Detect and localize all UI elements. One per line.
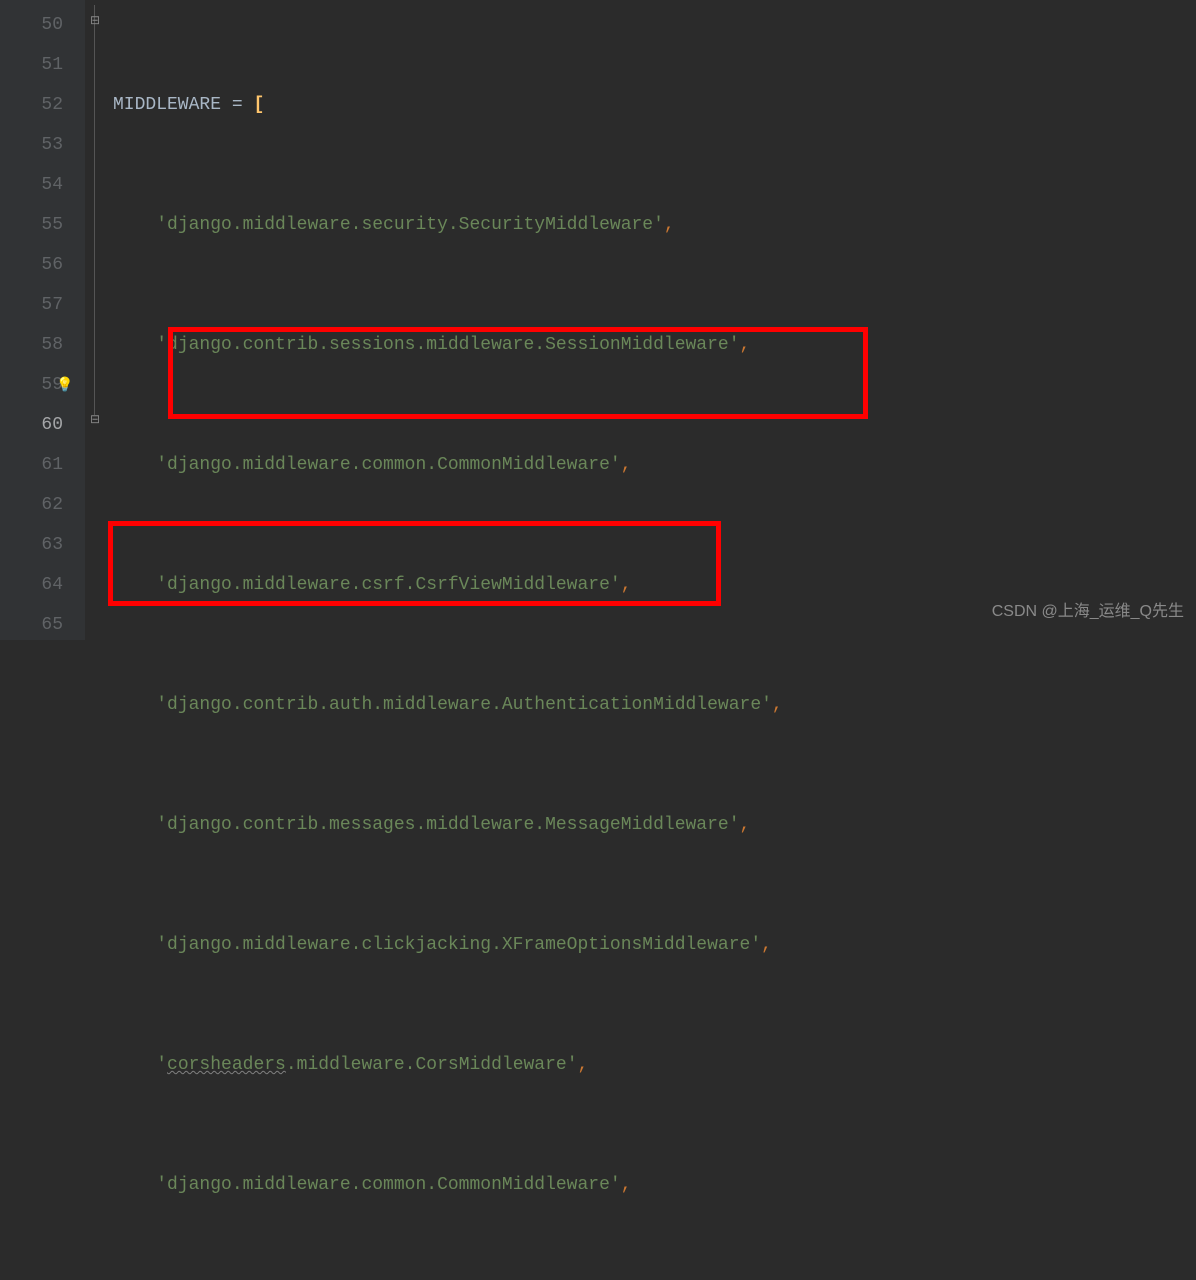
comma: , (578, 1055, 589, 1075)
line-number: 55 (0, 205, 63, 245)
line-number: 59 (0, 365, 63, 405)
fold-start-icon[interactable]: ⊟ (88, 14, 102, 28)
line-number: 50 (0, 5, 63, 45)
line-number: 51 (0, 45, 63, 85)
line-number: 62 (0, 485, 63, 525)
comma: , (621, 575, 632, 595)
open-bracket: [ (253, 95, 264, 115)
string-literal: 'django.contrib.sessions.middleware.Sess… (156, 335, 739, 355)
line-number: 65 (0, 605, 63, 645)
string-literal-warning: corsheaders (167, 1055, 286, 1075)
code-line[interactable]: 'django.middleware.common.CommonMiddlewa… (113, 445, 783, 485)
comma: , (761, 935, 772, 955)
string-literal: 'django.middleware.security.SecurityMidd… (156, 215, 664, 235)
comma: , (740, 815, 751, 835)
string-literal: ' (156, 1055, 167, 1075)
comma: , (621, 455, 632, 475)
code-line[interactable]: 'django.contrib.auth.middleware.Authenti… (113, 685, 783, 725)
string-literal: 'django.middleware.common.CommonMiddlewa… (156, 1175, 620, 1195)
string-literal: 'django.middleware.csrf.CsrfViewMiddlewa… (156, 575, 620, 595)
comma: , (621, 1175, 632, 1195)
watermark: CSDN @上海_运维_Q先生 (992, 592, 1184, 632)
line-number: 53 (0, 125, 63, 165)
code-line[interactable]: 'django.middleware.csrf.CsrfViewMiddlewa… (113, 565, 783, 605)
code-line[interactable]: MIDDLEWARE = [ (113, 85, 783, 125)
line-number: 54 (0, 165, 63, 205)
code-line[interactable]: 'django.contrib.sessions.middleware.Sess… (113, 325, 783, 365)
fold-column: ⊟ ⊟ (85, 0, 105, 640)
line-number: 63 (0, 525, 63, 565)
code-line[interactable]: 'django.contrib.messages.middleware.Mess… (113, 805, 783, 845)
string-literal: 'django.contrib.auth.middleware.Authenti… (156, 695, 772, 715)
code-line[interactable]: 'django.middleware.security.SecurityMidd… (113, 205, 783, 245)
string-literal: 'django.middleware.common.CommonMiddlewa… (156, 455, 620, 475)
lightbulb-icon[interactable]: 💡 (56, 378, 72, 394)
comma: , (772, 695, 783, 715)
line-number: 64 (0, 565, 63, 605)
code-line[interactable]: 'django.middleware.clickjacking.XFrameOp… (113, 925, 783, 965)
code-line[interactable]: 'django.middleware.common.CommonMiddlewa… (113, 1165, 783, 1205)
line-number-active: 60 (0, 405, 63, 445)
variable: MIDDLEWARE (113, 95, 221, 115)
line-number: 61 (0, 445, 63, 485)
line-number-gutter: 50 51 52 53 54 55 56 57 58 59 60 61 62 6… (0, 0, 85, 640)
fold-end-icon[interactable]: ⊟ (88, 413, 102, 427)
line-number: 58 (0, 325, 63, 365)
string-literal: 'django.contrib.messages.middleware.Mess… (156, 815, 739, 835)
line-number: 52 (0, 85, 63, 125)
code-area[interactable]: MIDDLEWARE = [ 'django.middleware.securi… (105, 0, 783, 640)
code-line[interactable]: 'corsheaders.middleware.CorsMiddleware', (113, 1045, 783, 1085)
comma: , (664, 215, 675, 235)
line-number: 56 (0, 245, 63, 285)
string-literal: 'django.middleware.clickjacking.XFrameOp… (156, 935, 761, 955)
comma: , (740, 335, 751, 355)
line-number: 57 (0, 285, 63, 325)
code-editor[interactable]: 50 51 52 53 54 55 56 57 58 59 60 61 62 6… (0, 0, 1196, 640)
